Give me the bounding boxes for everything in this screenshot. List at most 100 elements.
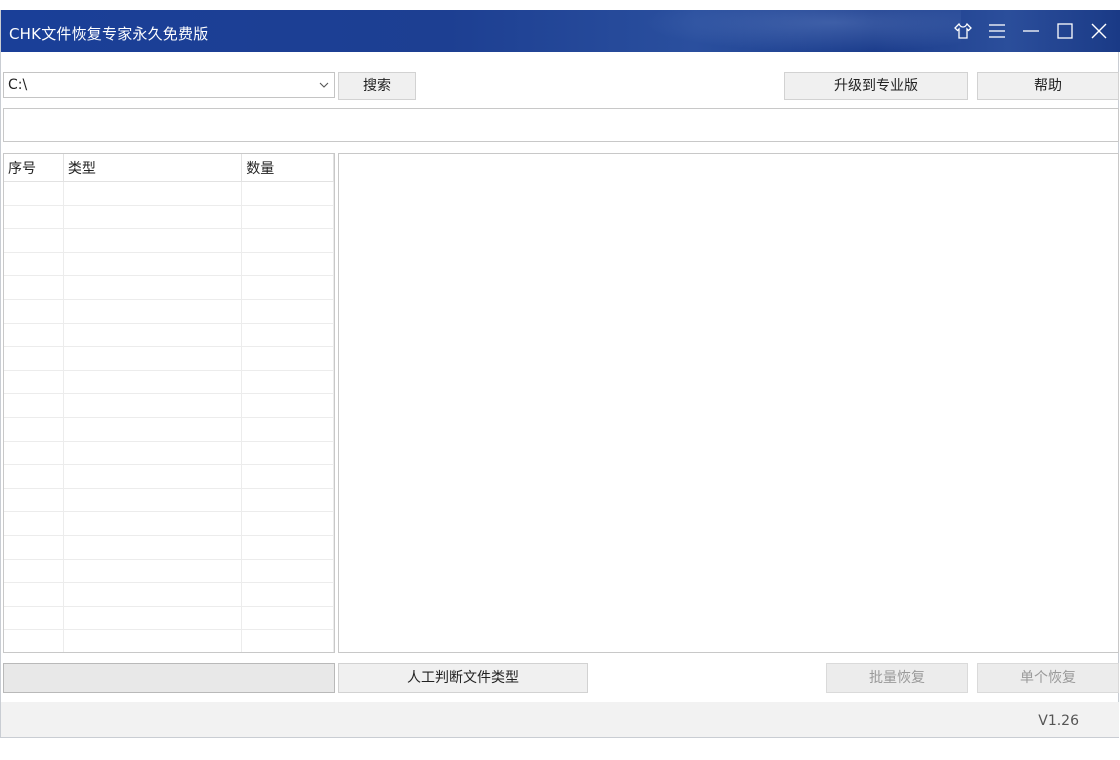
table-row[interactable] — [4, 630, 334, 652]
table-cell — [64, 535, 243, 559]
table-cell — [4, 488, 64, 512]
status-text-box — [3, 108, 1119, 142]
table-cell — [242, 229, 334, 252]
version-label: V1.26 — [1038, 713, 1079, 729]
file-type-list[interactable]: 序号 类型 数量 — [3, 153, 335, 653]
table-cell — [242, 299, 334, 323]
table-row[interactable] — [4, 583, 334, 607]
table-cell — [242, 182, 334, 205]
table-cell — [64, 417, 243, 441]
upgrade-button[interactable]: 升级到专业版 — [784, 72, 968, 100]
table-cell — [64, 512, 243, 535]
list-body — [4, 182, 334, 652]
column-header-index[interactable]: 序号 — [4, 154, 64, 181]
table-cell — [4, 606, 64, 630]
table-cell — [242, 535, 334, 559]
maximize-icon[interactable] — [1054, 20, 1076, 42]
table-cell — [4, 205, 64, 229]
column-header-count[interactable]: 数量 — [242, 154, 334, 181]
table-row[interactable] — [4, 299, 334, 324]
table-row[interactable] — [4, 182, 334, 206]
table-cell — [4, 394, 64, 417]
table-cell — [4, 512, 64, 535]
help-button[interactable]: 帮助 — [977, 72, 1119, 100]
table-row[interactable] — [4, 535, 334, 560]
main-window: CHK文件恢复专家永久免费版 C:\ 搜索 升级到专业版 帮助 序号 类型 数量… — [0, 10, 1120, 738]
drive-select[interactable]: C:\ — [3, 72, 335, 98]
table-cell — [64, 252, 243, 276]
table-cell — [64, 182, 243, 205]
search-button[interactable]: 搜索 — [338, 72, 416, 100]
progress-bar — [3, 663, 335, 693]
table-cell — [242, 323, 334, 347]
table-cell — [4, 252, 64, 276]
table-cell — [242, 370, 334, 394]
table-row[interactable] — [4, 512, 334, 536]
table-row[interactable] — [4, 559, 334, 584]
table-cell — [4, 229, 64, 252]
table-row[interactable] — [4, 252, 334, 277]
batch-recover-button[interactable]: 批量恢复 — [826, 663, 968, 693]
table-row[interactable] — [4, 370, 334, 395]
table-cell — [242, 252, 334, 276]
table-cell — [64, 559, 243, 583]
table-cell — [64, 370, 243, 394]
table-cell — [242, 205, 334, 229]
single-recover-button[interactable]: 单个恢复 — [977, 663, 1119, 693]
table-cell — [64, 299, 243, 323]
table-row[interactable] — [4, 276, 334, 300]
drive-select-value: C:\ — [8, 77, 28, 93]
table-row[interactable] — [4, 205, 334, 230]
table-cell — [4, 630, 64, 652]
table-row[interactable] — [4, 465, 334, 489]
table-row[interactable] — [4, 441, 334, 466]
table-row[interactable] — [4, 606, 334, 631]
table-row[interactable] — [4, 394, 334, 418]
column-header-type[interactable]: 类型 — [64, 154, 243, 181]
table-cell — [4, 441, 64, 465]
table-row[interactable] — [4, 488, 334, 513]
table-cell — [242, 512, 334, 535]
table-cell — [242, 441, 334, 465]
identify-file-type-button[interactable]: 人工判断文件类型 — [338, 663, 588, 693]
table-cell — [64, 583, 243, 606]
table-cell — [4, 559, 64, 583]
table-cell — [242, 465, 334, 488]
table-row[interactable] — [4, 323, 334, 348]
table-cell — [64, 394, 243, 417]
table-cell — [242, 606, 334, 630]
table-cell — [4, 583, 64, 606]
table-cell — [242, 488, 334, 512]
list-header: 序号 类型 数量 — [4, 154, 334, 182]
minimize-icon[interactable] — [1020, 20, 1042, 42]
table-cell — [242, 559, 334, 583]
table-cell — [242, 417, 334, 441]
close-icon[interactable] — [1088, 20, 1110, 42]
menu-icon[interactable] — [986, 20, 1008, 42]
table-cell — [64, 630, 243, 652]
table-cell — [64, 465, 243, 488]
table-cell — [4, 370, 64, 394]
table-row[interactable] — [4, 229, 334, 253]
table-cell — [4, 417, 64, 441]
table-cell — [64, 276, 243, 299]
table-cell — [4, 465, 64, 488]
table-cell — [242, 394, 334, 417]
table-row[interactable] — [4, 417, 334, 442]
table-cell — [4, 276, 64, 299]
table-cell — [64, 606, 243, 630]
title-bar: CHK文件恢复专家永久免费版 — [1, 10, 1120, 52]
preview-panel — [338, 153, 1119, 653]
table-cell — [4, 535, 64, 559]
table-cell — [242, 630, 334, 652]
table-row[interactable] — [4, 347, 334, 371]
table-cell — [242, 583, 334, 606]
table-cell — [242, 276, 334, 299]
table-cell — [64, 441, 243, 465]
table-cell — [242, 347, 334, 370]
skin-icon[interactable] — [952, 20, 974, 42]
table-cell — [64, 347, 243, 370]
table-cell — [4, 347, 64, 370]
table-cell — [64, 488, 243, 512]
table-cell — [64, 323, 243, 347]
